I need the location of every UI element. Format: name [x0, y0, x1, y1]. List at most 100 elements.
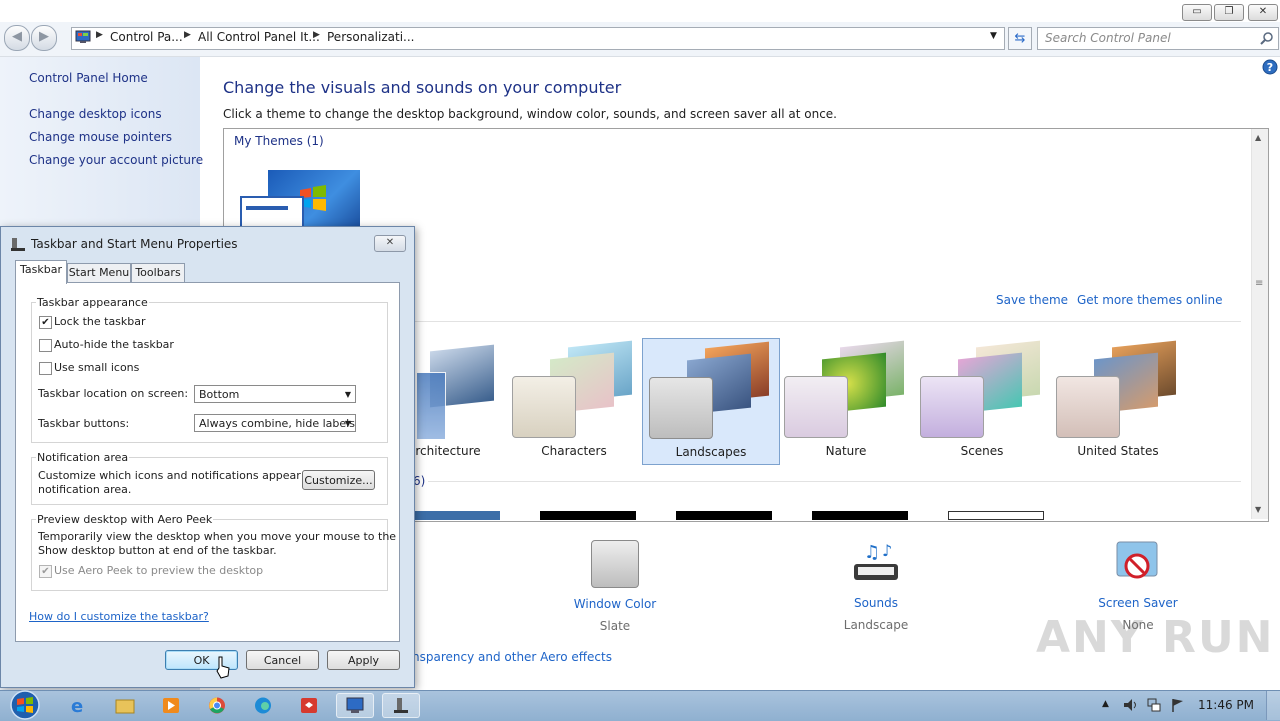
breadcrumb-control-panel[interactable]: Control Pa... — [110, 30, 183, 44]
help-customize-taskbar-link[interactable]: How do I customize the taskbar? — [29, 610, 209, 623]
cancel-button[interactable]: Cancel — [246, 650, 319, 670]
taskbar-location-value: Bottom — [199, 388, 240, 401]
notification-area-text: notification area. — [38, 483, 132, 496]
help-icon[interactable]: ? — [1262, 59, 1278, 75]
window-color-item[interactable]: Window Color Slate — [545, 540, 685, 633]
scroll-up-icon[interactable]: ▲ — [1255, 133, 1261, 142]
get-more-themes-link[interactable]: Get more themes online — [1077, 293, 1223, 307]
edge-icon — [255, 697, 271, 714]
theme-label: Characters — [541, 444, 607, 458]
folder-icon — [115, 699, 135, 714]
taskbar-file-explorer[interactable] — [106, 693, 144, 718]
taskbar-properties-dialog: Taskbar and Start Menu Properties ✕ Task… — [0, 226, 415, 688]
scroll-down-icon[interactable]: ▼ — [1255, 505, 1261, 514]
start-button-icon[interactable] — [4, 690, 46, 720]
taskbar-properties-icon — [394, 698, 408, 713]
search-placeholder: Search Control Panel — [1045, 31, 1171, 45]
window-color-value: Slate — [599, 619, 631, 633]
breadcrumb-all-items[interactable]: All Control Panel It... — [198, 30, 320, 44]
group-divider — [428, 481, 1241, 482]
svg-text:♫: ♫ — [864, 542, 880, 563]
auto-hide-checkbox[interactable] — [39, 339, 52, 352]
taskbar-buttons-value: Always combine, hide labels — [199, 417, 355, 430]
auto-hide-label[interactable]: Auto-hide the taskbar — [54, 338, 174, 351]
page-title: Change the visuals and sounds on your co… — [223, 78, 622, 97]
page-subtitle: Click a theme to change the desktop back… — [223, 107, 837, 121]
breadcrumb-personalization[interactable]: Personalizati... — [327, 30, 414, 44]
theme-scenes[interactable]: Scenes — [914, 338, 1050, 463]
change-mouse-pointers-link[interactable]: Change mouse pointers — [29, 130, 172, 144]
sounds-label: Sounds — [853, 596, 899, 610]
theme-swatch[interactable] — [812, 511, 908, 520]
change-desktop-icons-link[interactable]: Change desktop icons — [29, 107, 162, 121]
address-dropdown-icon[interactable]: ▼ — [990, 31, 997, 41]
theme-nature[interactable]: Nature — [778, 338, 914, 463]
sounds-icon: ♫ ♪ — [854, 541, 898, 580]
tab-start-menu[interactable]: Start Menu — [67, 263, 131, 283]
refresh-button[interactable]: ⇆ — [1008, 27, 1032, 50]
small-icons-checkbox[interactable] — [39, 362, 52, 375]
volume-icon[interactable] — [1122, 697, 1138, 713]
aero-peek-label[interactable]: Use Aero Peek to preview the desktop — [54, 564, 263, 577]
change-account-picture-link[interactable]: Change your account picture — [29, 153, 203, 167]
scroll-thumb-grip[interactable]: ≡ — [1255, 278, 1263, 289]
forward-button[interactable]: ▶ — [31, 25, 57, 51]
search-icon[interactable] — [1260, 31, 1274, 45]
theme-swatch[interactable] — [404, 511, 500, 520]
transparency-aero-link[interactable]: nsparency and other Aero effects — [412, 650, 612, 664]
taskbar-anyrun-app[interactable] — [290, 693, 328, 718]
taskbar-clock[interactable]: 11:46 PM — [1198, 698, 1254, 712]
dialog-close-button[interactable]: ✕ — [374, 235, 406, 252]
theme-swatch[interactable] — [948, 511, 1044, 520]
tab-toolbars[interactable]: Toolbars — [131, 263, 185, 283]
screen-saver-icon — [1116, 541, 1158, 579]
taskbar-control-panel[interactable] — [336, 693, 374, 718]
lock-taskbar-checkbox[interactable]: ✔ — [39, 316, 52, 329]
search-input[interactable]: Search Control Panel — [1037, 27, 1279, 50]
action-center-flag-icon[interactable] — [1170, 697, 1186, 713]
minimize-button[interactable]: ▭ — [1182, 4, 1212, 21]
restore-button[interactable]: ❐ — [1214, 4, 1244, 21]
aero-peek-legend: Preview desktop with Aero Peek — [36, 513, 214, 526]
save-theme-link[interactable]: Save theme — [996, 293, 1068, 307]
windows-taskbar — [0, 690, 1280, 721]
group-divider — [415, 321, 1241, 322]
tab-taskbar[interactable]: Taskbar — [15, 260, 67, 284]
my-theme-window-preview — [240, 196, 304, 230]
theme-landscapes[interactable]: Landscapes — [642, 338, 780, 465]
taskbar-chrome[interactable] — [198, 693, 236, 718]
small-icons-label[interactable]: Use small icons — [54, 361, 139, 374]
aero-peek-checkbox[interactable]: ✔ — [39, 565, 52, 578]
themes-scrollbar[interactable]: ▲ ≡ ▼ — [1251, 129, 1268, 519]
theme-characters[interactable]: Characters — [506, 338, 642, 463]
show-desktop-button[interactable] — [1266, 691, 1280, 720]
sounds-item[interactable]: ♫ ♪ Sounds Landscape — [806, 540, 946, 632]
close-button[interactable]: ✕ — [1248, 4, 1278, 21]
taskbar-appearance-legend: Taskbar appearance — [36, 296, 149, 309]
taskbar-internet-explorer[interactable]: e — [60, 693, 98, 718]
notification-area-legend: Notification area — [36, 451, 130, 464]
taskbar-media-player[interactable] — [152, 693, 190, 718]
back-button[interactable]: ◀ — [4, 25, 30, 51]
theme-label: Scenes — [960, 444, 1004, 458]
customize-button[interactable]: Customize... — [302, 470, 375, 490]
apply-button[interactable]: Apply — [327, 650, 400, 670]
taskbar-location-select[interactable]: Bottom ▼ — [194, 385, 356, 403]
theme-swatch[interactable] — [540, 511, 636, 520]
theme-swatch[interactable] — [676, 511, 772, 520]
show-hidden-icons-button[interactable]: ▲ — [1102, 699, 1109, 709]
breadcrumb-separator: ▶ — [184, 30, 191, 40]
taskbar-properties-window[interactable] — [382, 693, 420, 718]
internet-explorer-icon: e — [71, 696, 83, 717]
chevron-down-icon: ▼ — [344, 390, 351, 399]
theme-united-states[interactable]: United States — [1050, 338, 1186, 463]
taskbar-properties-icon — [11, 238, 25, 251]
notification-area-text: Customize which icons and notifications … — [38, 469, 336, 482]
taskbar-buttons-select[interactable]: Always combine, hide labels ▼ — [194, 414, 356, 432]
lock-taskbar-label[interactable]: Lock the taskbar — [54, 315, 146, 328]
taskbar-edge[interactable] — [244, 693, 282, 718]
network-icon[interactable] — [1146, 697, 1162, 713]
breadcrumb-separator: ▶ — [313, 30, 320, 40]
control-panel-home-link[interactable]: Control Panel Home — [29, 71, 148, 85]
svg-text:♪: ♪ — [882, 541, 892, 560]
